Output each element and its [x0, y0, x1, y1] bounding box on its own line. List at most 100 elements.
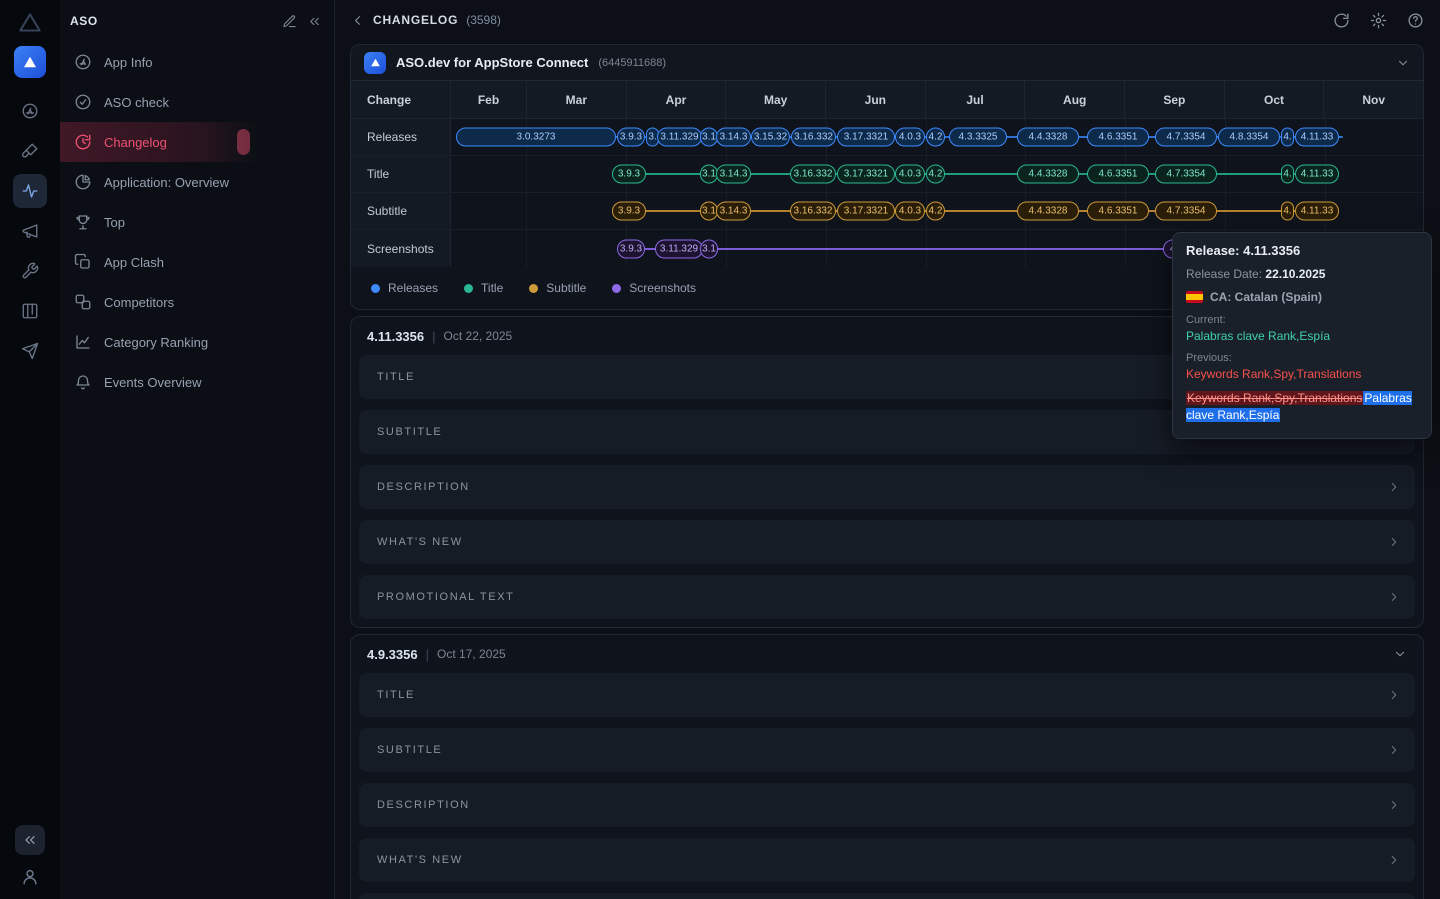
version-pill[interactable]: 4.2	[926, 128, 945, 147]
version-pill[interactable]: 3.17.3321	[837, 202, 895, 221]
version-pill[interactable]: 3.9.3	[617, 239, 645, 258]
month-header-nov: Nov	[1323, 81, 1423, 118]
field-row-what-s-new[interactable]: WHAT'S NEW	[359, 520, 1415, 564]
version-pill[interactable]: 3.9.3	[612, 165, 646, 184]
megaphone-icon[interactable]	[13, 214, 47, 248]
version-pill[interactable]: 4.3.3325	[949, 128, 1007, 147]
field-row-label: DESCRIPTION	[377, 481, 470, 493]
timeline-row-label: Screenshots	[351, 230, 451, 267]
timeline-row-releases: Releases3.0.32733.9.33.3.11.3293.13.14.3…	[351, 119, 1423, 156]
chevron-down-icon[interactable]	[1396, 56, 1410, 70]
tooltip-release-title: Release: 4.11.3356	[1186, 243, 1418, 258]
field-row-description[interactable]: DESCRIPTION	[359, 783, 1415, 827]
chevron-right-icon[interactable]	[1387, 480, 1401, 494]
settings-gear-icon[interactable]	[1370, 12, 1387, 29]
version-pill[interactable]: 4.4.3328	[1017, 202, 1079, 221]
field-row-subtitle[interactable]: SUBTITLE	[359, 728, 1415, 772]
chevron-right-icon[interactable]	[1387, 798, 1401, 812]
version-pill[interactable]: 4.7.3354	[1155, 165, 1217, 184]
chevron-right-icon[interactable]	[1387, 535, 1401, 549]
version-pill[interactable]: 4.0.3	[895, 165, 925, 184]
field-row-promotional-text[interactable]: PROMOTIONAL TEXT	[359, 893, 1415, 899]
version-pill[interactable]: 3.17.3321	[837, 128, 895, 147]
kanban-icon[interactable]	[13, 294, 47, 328]
version-pill[interactable]: 3.16.332	[791, 128, 836, 147]
version-pill[interactable]: 4.6.3351	[1087, 165, 1149, 184]
version-pill[interactable]: 3.15.32	[751, 128, 790, 147]
chevron-right-icon[interactable]	[1387, 688, 1401, 702]
sidebar-item-aso-check[interactable]: ASO check	[60, 82, 334, 122]
timeline-row-label: Releases	[351, 119, 451, 155]
legend-item-screenshots: Screenshots	[612, 281, 696, 295]
sidebar-item-label: Top	[104, 215, 125, 230]
version-pill[interactable]: 3.16.332	[790, 165, 836, 184]
version-pill[interactable]: 4.6.3351	[1087, 202, 1149, 221]
timeline-track-subtitle: 3.9.33.13.14.33.16.3323.17.33214.0.34.24…	[451, 193, 1423, 229]
sidebar-collapse-button[interactable]	[15, 825, 45, 855]
sidebar-item-application-overview[interactable]: Application: Overview	[60, 162, 334, 202]
sidebar-item-events-overview[interactable]: Events Overview	[60, 362, 334, 402]
field-row-what-s-new[interactable]: WHAT'S NEW	[359, 838, 1415, 882]
section-chevron-down-icon[interactable]	[1393, 647, 1407, 661]
field-row-label: WHAT'S NEW	[377, 536, 463, 548]
version-pill[interactable]: 3.1	[700, 239, 718, 258]
app-store-icon[interactable]	[13, 94, 47, 128]
sidebar-item-competitors[interactable]: Competitors	[60, 282, 334, 322]
version-pill[interactable]: 4.4.3328	[1017, 128, 1079, 147]
version-pill[interactable]: 4.8.3354	[1218, 128, 1280, 147]
sidebar-item-app-clash[interactable]: App Clash	[60, 242, 334, 282]
refresh-icon[interactable]	[1333, 12, 1350, 29]
field-row-description[interactable]: DESCRIPTION	[359, 465, 1415, 509]
version-pill[interactable]: 3.11.329	[655, 239, 703, 258]
version-pill[interactable]: 4.2	[926, 165, 945, 184]
legend-label: Title	[481, 281, 503, 295]
version-pill[interactable]: 3.16.332	[790, 202, 836, 221]
sidebar-item-category-ranking[interactable]: Category Ranking	[60, 322, 334, 362]
edit-pencil-icon[interactable]	[282, 14, 297, 29]
sidebar-item-app-info[interactable]: App Info	[60, 42, 334, 82]
version-pill[interactable]: 4.0.3	[895, 202, 925, 221]
version-pill[interactable]: 4.	[1281, 165, 1294, 184]
version-pill[interactable]: 3.11.329	[657, 128, 702, 147]
version-pill[interactable]: 4.7.3354	[1155, 202, 1217, 221]
chevron-right-icon[interactable]	[1387, 853, 1401, 867]
user-icon[interactable]	[20, 867, 40, 887]
help-icon[interactable]	[1407, 12, 1424, 29]
version-pill[interactable]: 4.6.3351	[1087, 128, 1149, 147]
version-pill[interactable]: 4.11.33	[1295, 202, 1339, 221]
version-pill[interactable]: 3.9.3	[612, 202, 646, 221]
version-pill[interactable]: 3.9.3	[617, 128, 645, 147]
version-pill[interactable]: 4.7.3354	[1155, 128, 1217, 147]
version-pill[interactable]: 4.11.33	[1295, 128, 1339, 147]
timeline-row-subtitle: Subtitle3.9.33.13.14.33.16.3323.17.33214…	[351, 193, 1423, 230]
version-pill[interactable]: 3.14.3	[716, 202, 751, 221]
version-pill[interactable]: 3.17.3321	[837, 165, 895, 184]
collapse-panel-icon[interactable]	[307, 14, 322, 29]
version-pill[interactable]: 3.14.3	[716, 165, 751, 184]
chevron-right-icon[interactable]	[1387, 743, 1401, 757]
chevron-right-icon[interactable]	[1387, 590, 1401, 604]
field-row-label: SUBTITLE	[377, 744, 442, 756]
version-pill[interactable]: 4.2	[926, 202, 945, 221]
version-pill[interactable]: 4.4.3328	[1017, 165, 1079, 184]
paper-plane-icon[interactable]	[13, 334, 47, 368]
wrench-icon[interactable]	[13, 254, 47, 288]
current-app-avatar[interactable]	[14, 46, 46, 78]
version-pill[interactable]: 4.	[1281, 202, 1294, 221]
field-row-promotional-text[interactable]: PROMOTIONAL TEXT	[359, 575, 1415, 619]
version-pill[interactable]: 4.	[1281, 128, 1294, 147]
timeline-change-column-header: Change	[351, 81, 451, 118]
sidebar-item-changelog[interactable]: Changelog	[60, 122, 334, 162]
version-pill[interactable]: 4.11.33	[1295, 165, 1339, 184]
field-row-title[interactable]: TITLE	[359, 673, 1415, 717]
app-selector[interactable]: ASO.dev for AppStore Connect (6445911688…	[351, 45, 1423, 81]
version-pill[interactable]: 3.14.3	[716, 128, 751, 147]
back-chevron-icon[interactable]	[350, 13, 365, 28]
brush-icon[interactable]	[13, 134, 47, 168]
version-pill[interactable]: 3.0.3273	[456, 128, 616, 147]
tooltip-diff: Keywords Rank,Spy,TranslationsPalabras c…	[1186, 390, 1418, 425]
sidebar-item-top[interactable]: Top	[60, 202, 334, 242]
activity-icon[interactable]	[13, 174, 47, 208]
sidebar-title: ASO	[70, 14, 272, 28]
version-pill[interactable]: 4.0.3	[895, 128, 925, 147]
